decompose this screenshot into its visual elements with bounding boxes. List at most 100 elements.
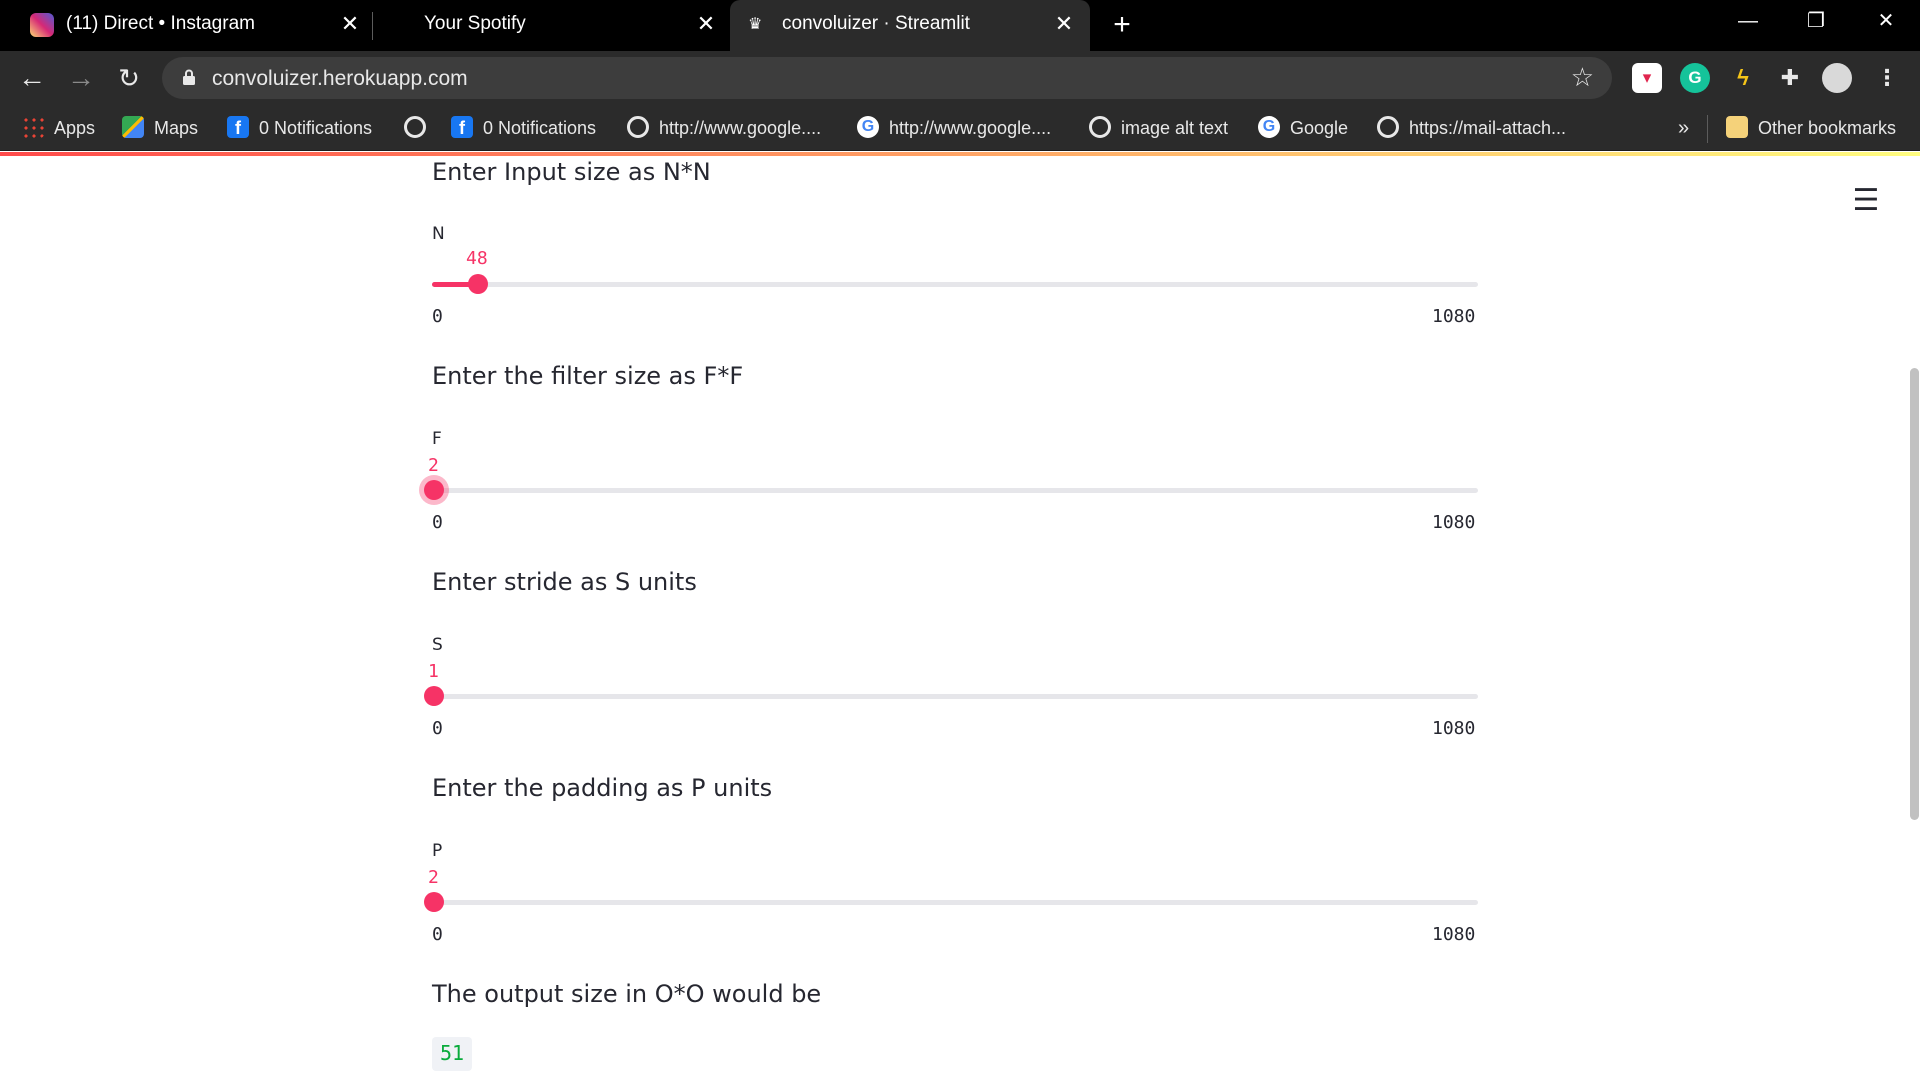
hamburger-menu-icon[interactable]: ☰ xyxy=(1849,184,1883,218)
slider-min-label: 0 xyxy=(432,718,443,739)
slider-heading: Enter stride as S units xyxy=(432,568,697,596)
close-tab-icon[interactable]: ✕ xyxy=(338,11,362,37)
restore-button[interactable]: ❐ xyxy=(1796,8,1836,34)
new-tab-button[interactable]: + xyxy=(1107,8,1137,42)
slider-max-label: 1080 xyxy=(1432,306,1476,327)
close-tab-icon[interactable]: ✕ xyxy=(1052,11,1076,37)
bookmarks-separator xyxy=(1707,115,1708,143)
bookmarks-overflow-button[interactable]: » xyxy=(1678,116,1689,142)
browser-menu-icon[interactable]: ⋮ xyxy=(1872,63,1902,93)
slider-max-label: 1080 xyxy=(1432,718,1476,739)
slider-label: N xyxy=(432,224,445,244)
bookmark-label: Maps xyxy=(154,118,199,138)
bookmark-label: image alt text xyxy=(1121,118,1229,138)
slider-track[interactable] xyxy=(424,480,1478,500)
bookmark-facebook-2[interactable]: f 0 Notifications xyxy=(451,116,596,142)
slider-thumb[interactable] xyxy=(468,274,488,294)
slider-track[interactable] xyxy=(424,892,1478,912)
globe-icon xyxy=(404,116,426,139)
bookmarks-bar: Apps Maps f 0 Notifications f 0 Notificati… xyxy=(0,106,1920,151)
bookmark-apps[interactable]: Apps xyxy=(22,116,95,142)
globe-icon xyxy=(1377,116,1399,139)
folder-icon xyxy=(1726,116,1748,139)
google-icon: G xyxy=(1258,116,1280,139)
bookmark-star-icon[interactable]: ☆ xyxy=(1571,62,1594,93)
slider-thumb[interactable] xyxy=(424,480,444,500)
tab-title: convoluizer · Streamlit xyxy=(782,13,970,34)
facebook-icon: f xyxy=(451,116,473,139)
slider-current-value: 2 xyxy=(428,455,439,476)
streamlit-icon: ♛ xyxy=(748,16,763,33)
lock-icon xyxy=(183,69,195,85)
output-value: 51 xyxy=(440,1041,465,1065)
bookmark-label: 0 Notifications xyxy=(483,118,597,138)
slider-max-label: 1080 xyxy=(1432,512,1476,533)
slider-track[interactable] xyxy=(424,686,1478,706)
close-window-button[interactable]: ✕ xyxy=(1866,8,1906,34)
tab-bar: (11) Direct • Instagram ✕ Your Spotify ✕… xyxy=(0,0,1920,51)
slider-label: F xyxy=(432,429,442,449)
slider-current-value: 48 xyxy=(466,248,488,269)
apps-grid-icon xyxy=(22,116,44,139)
maps-icon xyxy=(122,116,144,139)
tab-title: (11) Direct • Instagram xyxy=(66,13,255,34)
bookmark-google-link-1[interactable]: http://www.google.... xyxy=(627,116,821,142)
slider-heading: Enter the filter size as F*F xyxy=(432,362,744,390)
profile-avatar[interactable] xyxy=(1822,63,1852,93)
bookmark-globe[interactable] xyxy=(404,116,436,142)
bookmark-google[interactable]: G Google xyxy=(1258,116,1348,142)
output-code-block: 51 xyxy=(432,1037,473,1071)
close-tab-icon[interactable]: ✕ xyxy=(694,11,718,37)
tab-separator xyxy=(372,12,373,40)
slider-thumb[interactable] xyxy=(424,892,444,912)
slider-heading: Enter Input size as N*N xyxy=(432,158,711,186)
bookmark-label: Google xyxy=(1290,118,1349,138)
slider-current-value: 1 xyxy=(428,661,439,682)
output-heading: The output size in O*O would be xyxy=(432,980,822,1008)
lightning-extension-icon[interactable]: ϟ xyxy=(1728,63,1758,93)
back-icon[interactable]: ← xyxy=(14,61,50,97)
slider-label: P xyxy=(432,841,443,861)
bookmark-mail-attach[interactable]: https://mail-attach... xyxy=(1377,116,1566,142)
tab-spotify[interactable]: Your Spotify ✕ xyxy=(380,0,720,51)
pocket-icon[interactable]: ▾ xyxy=(1632,63,1662,93)
slider-current-value: 2 xyxy=(428,867,439,888)
slider-min-label: 0 xyxy=(432,924,443,945)
reload-icon[interactable]: ↻ xyxy=(111,61,147,97)
scrollbar-thumb[interactable] xyxy=(1910,368,1919,820)
streamlit-app-page: ☰ Enter Input size as N*N N 48 0 1080 En… xyxy=(0,156,1920,1080)
bookmark-facebook-1[interactable]: f 0 Notifications xyxy=(227,116,372,142)
instagram-icon xyxy=(30,13,54,37)
tab-instagram[interactable]: (11) Direct • Instagram ✕ xyxy=(12,0,364,51)
bookmark-label: Other bookmarks xyxy=(1758,118,1897,138)
grammarly-icon[interactable]: G xyxy=(1680,63,1710,93)
url-text: convoluizer.herokuapp.com xyxy=(212,67,468,90)
bookmark-label: http://www.google.... xyxy=(889,118,1052,138)
slider-min-label: 0 xyxy=(432,512,443,533)
extensions-puzzle-icon[interactable]: ✚ xyxy=(1775,63,1805,93)
bookmark-image-alt[interactable]: image alt text xyxy=(1089,116,1228,142)
google-icon: G xyxy=(857,116,879,139)
bookmark-label: https://mail-attach... xyxy=(1409,118,1567,138)
forward-icon[interactable]: → xyxy=(63,61,99,97)
other-bookmarks[interactable]: Other bookmarks xyxy=(1726,116,1896,142)
bookmark-label: Apps xyxy=(54,118,96,138)
slider-max-label: 1080 xyxy=(1432,924,1476,945)
slider-label: S xyxy=(432,635,443,655)
bookmark-label: 0 Notifications xyxy=(259,118,373,138)
tab-streamlit[interactable]: ♛ convoluizer · Streamlit ✕ xyxy=(730,0,1090,51)
bookmark-google-link-2[interactable]: Ghttp://www.google.... xyxy=(857,116,1051,142)
slider-thumb[interactable] xyxy=(424,686,444,706)
bookmark-maps[interactable]: Maps xyxy=(122,116,198,142)
browser-toolbar: ← → ↻ convoluizer.herokuapp.com ☆ ▾ G ϟ … xyxy=(0,51,1920,106)
bookmark-label: http://www.google.... xyxy=(659,118,822,138)
minimize-button[interactable]: — xyxy=(1728,8,1768,34)
address-bar[interactable]: convoluizer.herokuapp.com ☆ xyxy=(162,57,1612,99)
globe-icon xyxy=(1089,116,1111,139)
slider-min-label: 0 xyxy=(432,306,443,327)
globe-icon xyxy=(627,116,649,139)
slider-heading: Enter the padding as P units xyxy=(432,774,773,802)
facebook-icon: f xyxy=(227,116,249,139)
tab-title: Your Spotify xyxy=(424,13,526,34)
slider-track[interactable] xyxy=(432,274,1478,294)
